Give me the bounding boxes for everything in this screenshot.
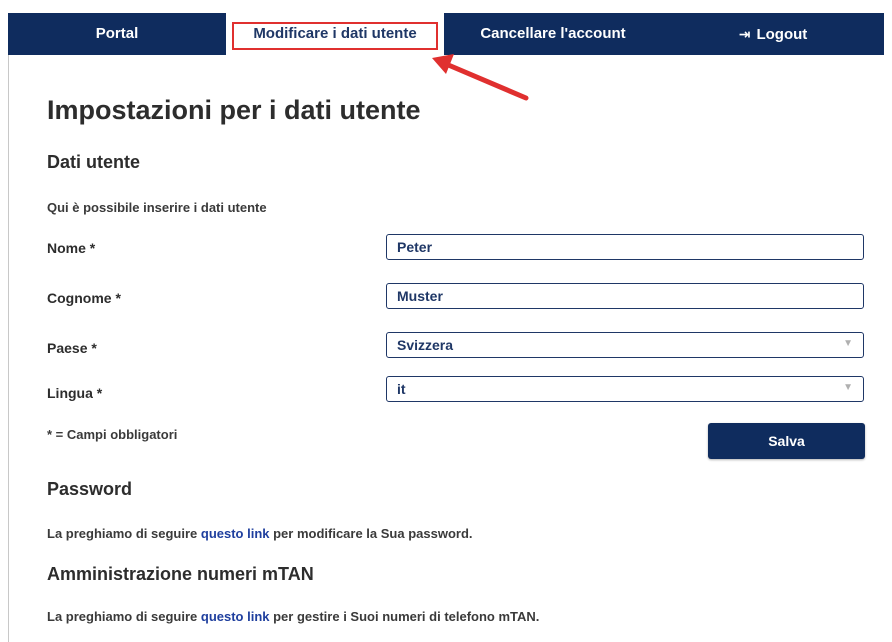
mtan-link[interactable]: questo link — [201, 609, 270, 624]
password-text-before: La preghiamo di seguire — [47, 526, 201, 541]
paese-select[interactable]: Svizzera ▼ — [386, 332, 864, 358]
password-section-title: Password — [47, 479, 133, 499]
paese-label: Paese * — [47, 340, 97, 356]
password-link[interactable]: questo link — [201, 526, 270, 541]
chevron-down-icon: ▼ — [843, 338, 853, 349]
nav-logout[interactable]: ⇥ Logout — [662, 13, 884, 55]
save-button[interactable]: Salva — [708, 423, 865, 459]
annotation-arrow-icon — [432, 54, 529, 101]
password-text: La preghiamo di seguire questo link per … — [47, 526, 473, 541]
nav-delete-account-label: Cancellare l'account — [480, 25, 626, 42]
mtan-text-after: per gestire i Suoi numeri di telefono mT… — [269, 609, 540, 624]
lingua-select[interactable]: it ▼ — [386, 376, 864, 402]
chevron-down-icon: ▼ — [843, 382, 853, 393]
nav-delete-account[interactable]: Cancellare l'account — [444, 13, 662, 55]
nav-edit-user-data[interactable]: Modificare i dati utente — [226, 13, 444, 55]
nav-logout-label: Logout — [756, 26, 808, 43]
page-title: Impostazioni per i dati utente — [47, 95, 421, 125]
top-nav: Portal Modificare i dati utente Cancella… — [8, 13, 884, 55]
password-text-after: per modificare la Sua password. — [269, 526, 473, 541]
highlight-box — [232, 22, 438, 50]
logout-icon: ⇥ — [738, 26, 751, 42]
nome-input[interactable] — [397, 236, 837, 258]
nome-field[interactable] — [386, 234, 864, 260]
nome-label: Nome * — [47, 240, 96, 256]
nav-portal-label: Portal — [95, 25, 139, 42]
mtan-section-title: Amministrazione numeri mTAN — [47, 564, 314, 584]
mtan-text: La preghiamo di seguire questo link per … — [47, 609, 539, 624]
cognome-input[interactable] — [397, 285, 837, 307]
required-note: * = Campi obbligatori — [47, 427, 178, 442]
lingua-selected-value: it — [397, 381, 406, 397]
mtan-text-before: La preghiamo di seguire — [47, 609, 201, 624]
cognome-field[interactable] — [386, 283, 864, 309]
paese-selected-value: Svizzera — [397, 337, 454, 353]
cognome-label: Cognome * — [47, 290, 121, 306]
nav-portal[interactable]: Portal — [8, 13, 226, 55]
section-user-data-title: Dati utente — [47, 152, 141, 172]
intro-text: Qui è possibile inserire i dati utente — [47, 200, 267, 215]
lingua-label: Lingua * — [47, 385, 103, 401]
